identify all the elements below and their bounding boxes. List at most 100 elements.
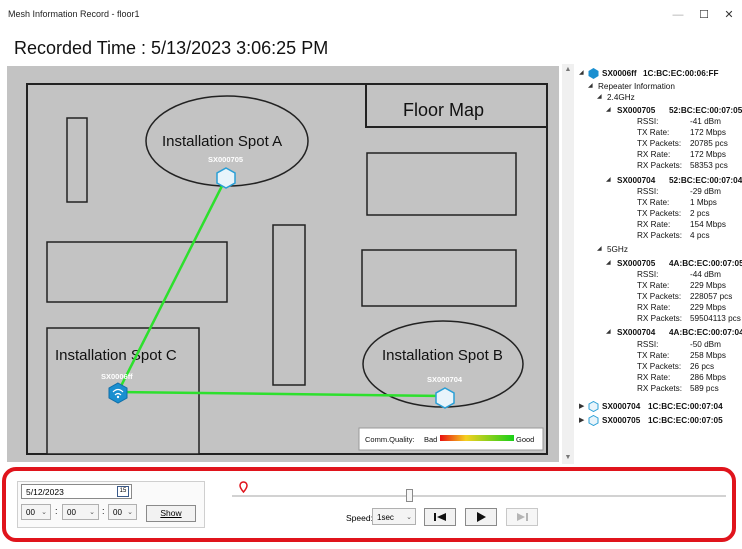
node-mac: 4A:BC:EC:00:07:05: [669, 259, 742, 268]
collapse-triangle-icon[interactable]: ◢: [597, 244, 602, 255]
stat-value: 258 Mbps: [690, 351, 726, 360]
room-1: [66, 117, 88, 203]
node-name: SX000704: [617, 328, 656, 337]
expand-triangle-icon[interactable]: ▶: [579, 415, 584, 426]
floor-map: Floor Map Installation Spot A Installati…: [26, 83, 548, 455]
stat-key: TX Packets:: [637, 362, 682, 371]
legend-bad: Bad: [424, 435, 437, 444]
collapse-triangle-icon[interactable]: ◢: [606, 327, 611, 338]
close-button[interactable]: ✕: [719, 6, 739, 24]
room-5: [361, 249, 517, 307]
legend-label: Comm.Quality:: [365, 435, 415, 444]
mesh-tree: ◢ SX0006ff 1C:BC:EC:00:06:FF ◢ Repeater …: [575, 64, 742, 464]
stat-key: RX Rate:: [637, 220, 671, 229]
stat-key: RSSI:: [637, 187, 659, 196]
stat-value: -41 dBm: [690, 117, 721, 126]
recorded-time: Recorded Time : 5/13/2023 3:06:25 PM: [14, 38, 329, 58]
stat-value: 59504113 pcs: [690, 314, 741, 323]
spot-a-label: Installation Spot A: [162, 133, 282, 150]
root-name: SX0006ff: [602, 69, 637, 78]
window-title: Mesh Information Record - floor1: [8, 9, 140, 19]
node-mac: 52:BC:EC:00:07:04: [669, 176, 742, 185]
maximize-button[interactable]: ☐: [694, 6, 714, 24]
router-icon: [588, 68, 599, 79]
router-node-icon[interactable]: [108, 382, 128, 404]
highlight-annotation: [2, 467, 736, 542]
legend-gradient: [440, 435, 514, 441]
stat-value: 4 pcs: [690, 231, 710, 240]
title-bar: Mesh Information Record - floor1 — ☐ ✕: [0, 0, 742, 32]
collapse-triangle-icon[interactable]: ◢: [588, 81, 593, 92]
stat-key: TX Packets:: [637, 139, 682, 148]
floor-map-panel: Floor Map Installation Spot A Installati…: [7, 66, 559, 462]
expand-triangle-icon[interactable]: ▶: [579, 401, 584, 412]
stat-value: 154 Mbps: [690, 220, 726, 229]
node-label-sx000705: SX000705: [208, 155, 243, 164]
mesh-info-window: Mesh Information Record - floor1 — ☐ ✕ R…: [0, 0, 742, 549]
collapse-triangle-icon[interactable]: ◢: [579, 68, 584, 79]
collapse-triangle-icon[interactable]: ◢: [606, 258, 611, 269]
node-name: SX000704: [602, 402, 641, 411]
stat-key: RX Packets:: [637, 161, 683, 170]
node-mac: 1C:BC:EC:00:07:05: [648, 416, 723, 425]
spot-c-label: Installation Spot C: [55, 347, 177, 364]
stat-key: RX Rate:: [637, 303, 671, 312]
stat-value: 589 pcs: [690, 384, 719, 393]
stat-value: 172 Mbps: [690, 128, 726, 137]
room-3: [46, 241, 228, 303]
map-scrollbar[interactable]: ▲ ▼: [562, 64, 574, 464]
room-2: [366, 152, 517, 216]
band-label: 2.4GHz: [607, 93, 635, 102]
stat-value: 2 pcs: [690, 209, 710, 218]
node-mac: 52:BC:EC:00:07:05: [669, 106, 742, 115]
node-name: SX000705: [617, 259, 656, 268]
stat-value: 286 Mbps: [690, 373, 726, 382]
node-name: SX000705: [602, 416, 641, 425]
stat-key: TX Rate:: [637, 128, 670, 137]
band-label: 5GHz: [607, 245, 628, 254]
repeater-icon: [588, 401, 599, 412]
stat-value: -29 dBm: [690, 187, 721, 196]
stat-value: 229 Mbps: [690, 281, 726, 290]
node-mac: 1C:BC:EC:00:07:04: [648, 402, 723, 411]
room-4: [272, 224, 306, 386]
stat-key: RX Rate:: [637, 373, 671, 382]
collapse-triangle-icon[interactable]: ◢: [597, 92, 602, 103]
stat-key: RX Packets:: [637, 314, 683, 323]
stat-key: RX Packets:: [637, 384, 683, 393]
stat-value: 58353 pcs: [690, 161, 728, 170]
stat-key: RX Rate:: [637, 150, 671, 159]
stat-value: 20785 pcs: [690, 139, 728, 148]
stat-key: TX Rate:: [637, 281, 670, 290]
node-name: SX000705: [617, 106, 656, 115]
stat-key: TX Rate:: [637, 198, 670, 207]
stat-value: 172 Mbps: [690, 150, 726, 159]
map-title: Floor Map: [403, 100, 484, 120]
repeater-node-icon[interactable]: [435, 387, 455, 409]
stat-value: 229 Mbps: [690, 303, 726, 312]
node-label-sx000704: SX000704: [427, 375, 463, 384]
stat-key: TX Rate:: [637, 351, 670, 360]
stat-key: TX Packets:: [637, 209, 682, 218]
stat-value: -50 dBm: [690, 340, 721, 349]
repeater-icon: [588, 415, 599, 426]
stat-key: RX Packets:: [637, 231, 683, 240]
repeater-node-icon[interactable]: [216, 167, 236, 189]
stat-key: RSSI:: [637, 117, 659, 126]
stat-value: 1 Mbps: [690, 198, 717, 207]
stat-value: 228057 pcs: [690, 292, 733, 301]
stat-key: RSSI:: [637, 340, 659, 349]
minimize-button[interactable]: —: [668, 6, 688, 24]
stat-value: 26 pcs: [690, 362, 715, 371]
stat-key: RSSI:: [637, 270, 659, 279]
collapse-triangle-icon[interactable]: ◢: [606, 175, 611, 186]
node-mac: 4A:BC:EC:00:07:04: [669, 328, 742, 337]
node-label-sx0006ff: SX0006ff: [101, 372, 133, 381]
collapse-triangle-icon[interactable]: ◢: [606, 105, 611, 116]
spot-b-label: Installation Spot B: [382, 347, 503, 364]
scroll-down-arrow-icon[interactable]: ▼: [562, 452, 574, 464]
root-mac: 1C:BC:EC:00:06:FF: [643, 69, 719, 78]
legend-good: Good: [516, 435, 534, 444]
scroll-up-arrow-icon[interactable]: ▲: [562, 64, 574, 76]
stat-value: -44 dBm: [690, 270, 721, 279]
